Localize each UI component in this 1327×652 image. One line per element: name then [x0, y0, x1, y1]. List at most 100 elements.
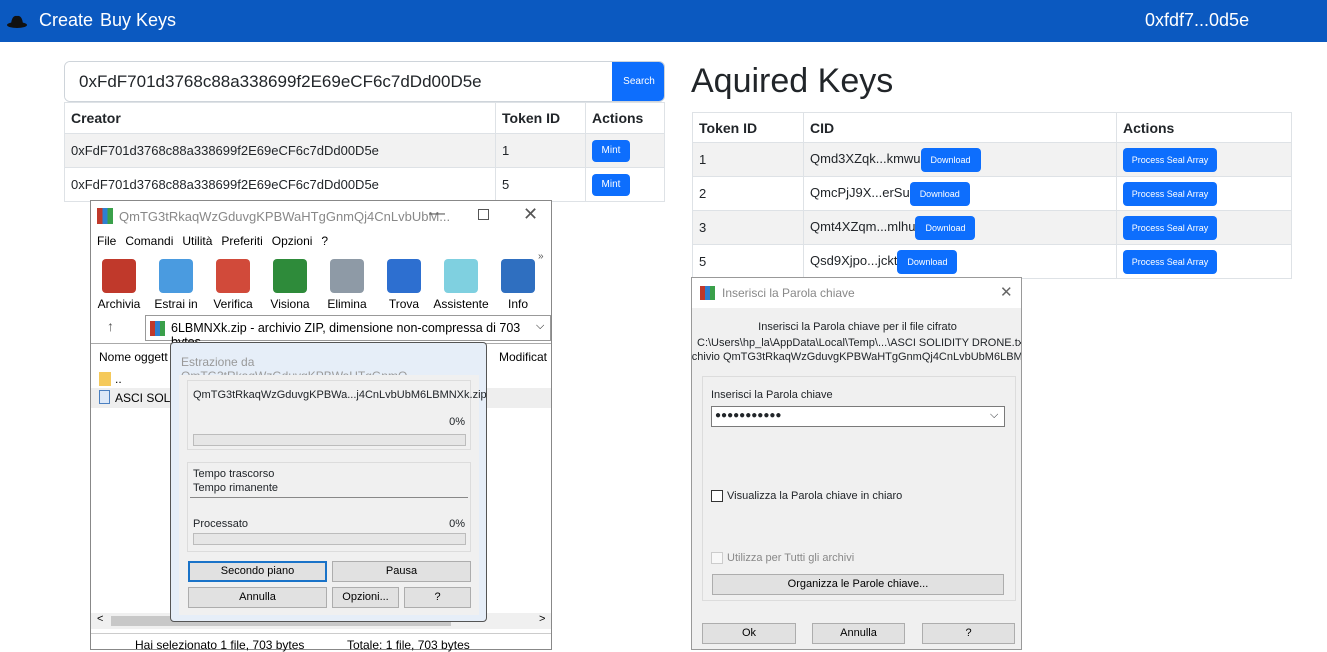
process-seal-array-button[interactable]: Process Seal Array: [1123, 215, 1217, 240]
menu-item[interactable]: Comandi: [125, 234, 173, 248]
toolbar-button-visiona[interactable]: Visiona: [260, 253, 320, 311]
show-password-checkbox[interactable]: [711, 490, 723, 502]
creator-table: Creator Token ID Actions 0xFdF701d3768c88a…: [64, 102, 665, 202]
processed-progress-bar: [193, 533, 466, 545]
more-chevron-icon[interactable]: »: [538, 251, 544, 262]
winrar-icon: [150, 321, 165, 336]
token-id-cell: 2: [692, 176, 804, 211]
actions-cell: Process Seal Array: [1116, 210, 1292, 245]
account-address[interactable]: 0xfdf7...0d5e: [1145, 10, 1249, 31]
toolbar-label: Visiona: [270, 297, 310, 311]
actions-cell: Process Seal Array: [1116, 142, 1292, 177]
menu-bar: File Comandi Utilità Preferiti Opzioni?: [97, 234, 337, 248]
text-file-icon: [99, 390, 110, 404]
file-progress-group: QmTG3tRkaqWzGduvgKPBWa...j4CnLvbUbM6LBMN…: [187, 380, 487, 450]
menu-item[interactable]: Utilità: [182, 234, 212, 248]
dialog-title: Inserisci la Parola chiave: [722, 286, 855, 300]
assistente-icon: [444, 259, 478, 293]
nav-create[interactable]: Create: [39, 10, 93, 31]
table-row: 5 Qsd9Xjpo...jckt Download Process Seal A…: [692, 244, 1292, 279]
toolbar-button-assistente[interactable]: Assistente: [431, 253, 491, 311]
download-button[interactable]: Download: [920, 147, 981, 172]
divider: [190, 497, 468, 498]
token-id-cell: 1: [495, 133, 586, 168]
toolbar-label: Estrai in: [154, 297, 198, 311]
process-seal-array-button[interactable]: Process Seal Array: [1123, 147, 1217, 172]
mint-button[interactable]: Mint: [592, 173, 630, 196]
cid-cell: Qmd3XZqk...kmwu Download: [803, 142, 1117, 177]
cid-text: Qsd9Xjpo...jckt: [810, 252, 898, 268]
processed-percent: 0%: [449, 518, 465, 530]
cancel-button[interactable]: Annulla: [188, 587, 327, 608]
toolbar-label: Info: [507, 297, 528, 311]
menu-item[interactable]: Preferiti: [221, 234, 262, 248]
nav-buy-keys[interactable]: Buy Keys: [100, 10, 176, 31]
creator-cell: 0xFdF701d3768c88a338699f2E69eCF6c7dDd00D…: [64, 133, 496, 168]
up-arrow-icon[interactable]: ↑: [107, 318, 114, 334]
close-button[interactable]: ✕: [523, 204, 538, 225]
toolbar-button-archivia[interactable]: Archivia: [89, 253, 149, 311]
toolbar-button-estrai-in[interactable]: Estrai in: [146, 253, 206, 311]
archivia-icon: [102, 259, 136, 293]
estrai-in-icon: [159, 259, 193, 293]
toolbar-button-elimina[interactable]: Elimina: [317, 253, 377, 311]
show-password-label: Visualizza la Parola chiave in chiaro: [727, 490, 903, 502]
menu-item[interactable]: Opzioni: [272, 234, 313, 248]
chevron-down-icon[interactable]: ⌵: [536, 320, 544, 333]
use-all-checkbox: [711, 552, 723, 564]
col-token-id: Token ID: [692, 112, 804, 143]
menu-item[interactable]: File: [97, 234, 116, 248]
file-path: C:\Users\hp_la\AppData\Local\Temp\...\AS…: [697, 337, 1022, 349]
menu-item[interactable]: ?: [321, 234, 328, 248]
minimize-button[interactable]: —: [429, 205, 445, 223]
pause-button[interactable]: Pausa: [332, 561, 471, 582]
search-button[interactable]: Search: [612, 62, 664, 101]
col-cid: CID: [803, 112, 1117, 143]
toolbar-button-trova[interactable]: Trova: [374, 253, 434, 311]
password-input[interactable]: ●●●●●●●●●●● ⌵: [711, 406, 1005, 427]
search-input[interactable]: [65, 62, 612, 101]
download-button[interactable]: Download: [915, 215, 976, 240]
token-id-cell: 3: [692, 210, 804, 245]
extraction-dialog: Estrazione da QmTG3tRkaqWzGduvgKPBWaHTgG…: [170, 342, 487, 622]
maximize-button[interactable]: [478, 209, 489, 220]
cid-cell: Qsd9Xjpo...jckt Download: [803, 244, 1117, 279]
col-modified[interactable]: Modificat: [499, 350, 547, 364]
download-button[interactable]: Download: [897, 249, 958, 274]
chevron-down-icon[interactable]: ⌵: [990, 409, 998, 422]
table-row: 3 Qmt4XZqm...mlhu Download Process Seal A…: [692, 210, 1292, 245]
password-value: ●●●●●●●●●●●: [715, 410, 782, 421]
mint-button[interactable]: Mint: [592, 139, 630, 162]
process-seal-array-button[interactable]: Process Seal Array: [1123, 249, 1217, 274]
address-bar[interactable]: 6LBMNXk.zip - archivio ZIP, dimensione n…: [145, 315, 551, 349]
token-id-cell: 5: [495, 167, 586, 202]
actions-cell: Process Seal Array: [1116, 176, 1292, 211]
elimina-icon: [330, 259, 364, 293]
scroll-left-icon[interactable]: <: [97, 613, 103, 625]
help-button[interactable]: ?: [404, 587, 471, 608]
toolbar-label: Assistente: [433, 297, 489, 311]
scroll-right-icon[interactable]: >: [539, 613, 545, 625]
cancel-button[interactable]: Annulla: [812, 623, 905, 644]
background-button[interactable]: Secondo piano: [188, 561, 327, 582]
elapsed-label: Tempo trascorso: [193, 468, 275, 480]
toolbar-button-verifica[interactable]: Verifica: [203, 253, 263, 311]
help-button[interactable]: ?: [922, 623, 1015, 644]
options-button[interactable]: Opzioni...: [332, 587, 399, 608]
remaining-label: Tempo rimanente: [193, 482, 278, 494]
verifica-icon: [216, 259, 250, 293]
col-name[interactable]: Nome oggett: [99, 350, 168, 364]
list-item[interactable]: ..: [115, 372, 122, 386]
col-token-id: Token ID: [495, 102, 586, 134]
cid-text: Qmt4XZqm...mlhu: [810, 218, 916, 234]
winrar-icon: [700, 286, 715, 300]
token-id-cell: 1: [692, 142, 804, 177]
cid-cell: QmcPjJ9X...erSu Download: [803, 176, 1117, 211]
organize-passwords-button[interactable]: Organizza le Parole chiave...: [712, 574, 1004, 595]
ok-button[interactable]: Ok: [702, 623, 796, 644]
download-button[interactable]: Download: [909, 181, 970, 206]
close-button[interactable]: ✕: [1000, 283, 1013, 301]
archive-name: archivio QmTG3tRkaqWzGduvgKPBWaHTgGnmQj4…: [691, 351, 1022, 363]
process-seal-array-button[interactable]: Process Seal Array: [1123, 181, 1217, 206]
password-label: Inserisci la Parola chiave: [711, 389, 833, 401]
